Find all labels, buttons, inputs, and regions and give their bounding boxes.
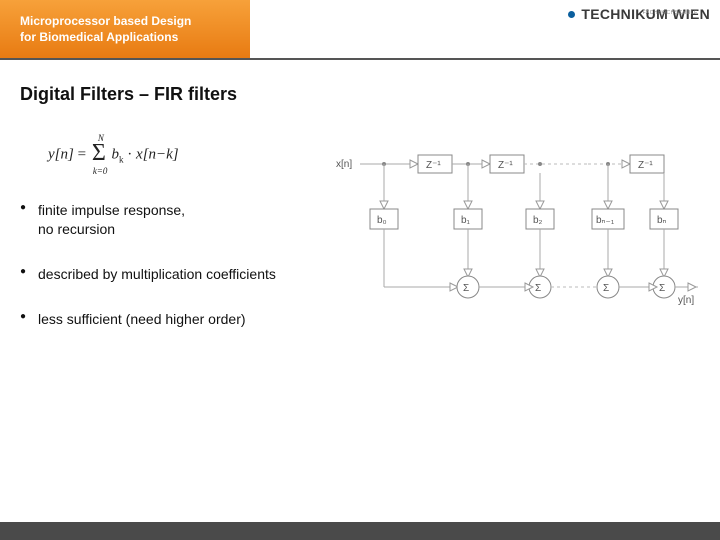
logo-overline: FACHHOCHSCHULE — [643, 10, 698, 16]
eq-coeff-sub: k — [119, 154, 124, 164]
eq-term2: x[n−k] — [136, 146, 179, 162]
logo-dot-icon — [568, 11, 575, 18]
header-title-block: Microprocessor based Design for Biomedic… — [0, 0, 250, 58]
eq-equals: = — [78, 146, 86, 162]
slide-content: Digital Filters – FIR filters y[n] = N Σ… — [0, 60, 720, 355]
eq-lhs: y[n] — [48, 146, 74, 162]
delay-label: Z⁻¹ — [638, 160, 653, 171]
coeff-label: b₂ — [533, 215, 543, 226]
delay-label: Z⁻¹ — [498, 160, 513, 171]
diagram-output-label: y[n] — [678, 295, 694, 306]
diagram-input-label: x[n] — [336, 159, 352, 170]
sum-symbol: Σ — [603, 283, 609, 294]
header-title-line1: Microprocessor based Design — [20, 13, 236, 29]
bullet-list: finite impulse response, no recursion de… — [20, 201, 310, 329]
coeff-label: b₁ — [461, 215, 471, 226]
coeff-label: b₀ — [377, 215, 387, 226]
eq-dot: · — [127, 146, 132, 162]
sum-symbol: Σ — [535, 283, 541, 294]
bullet-item: less sufficient (need higher order) — [20, 310, 310, 329]
fir-equation: y[n] = N Σ k=0 bk · x[n−k] — [48, 145, 310, 165]
institution-logo: FACHHOCHSCHULE TECHNIKUM WIEN — [568, 6, 710, 22]
slide-header: Microprocessor based Design for Biomedic… — [0, 0, 720, 60]
bullet-item: finite impulse response, no recursion — [20, 201, 310, 239]
sum-symbol: Σ — [463, 283, 469, 294]
coeff-label: bₙ₋₁ — [596, 215, 615, 226]
delay-label: Z⁻¹ — [426, 160, 441, 171]
slide-footer — [0, 522, 720, 540]
header-title-line2: for Biomedical Applications — [20, 29, 236, 45]
fir-block-diagram: x[n] Z⁻¹ Z⁻¹ Z⁻¹ — [330, 147, 700, 337]
eq-sum-upper: N — [98, 133, 104, 143]
eq-sum-lower: k=0 — [93, 166, 108, 176]
coeff-label: bₙ — [657, 215, 667, 226]
eq-coeff: b — [112, 146, 120, 162]
left-column: y[n] = N Σ k=0 bk · x[n−k] finite impuls… — [20, 141, 310, 355]
sum-symbol: Σ — [659, 283, 665, 294]
sigma-icon: Σ — [92, 140, 106, 166]
right-column: x[n] Z⁻¹ Z⁻¹ Z⁻¹ — [330, 141, 700, 355]
bullet-item: described by multiplication coefficients — [20, 265, 310, 284]
slide-title: Digital Filters – FIR filters — [20, 84, 700, 105]
